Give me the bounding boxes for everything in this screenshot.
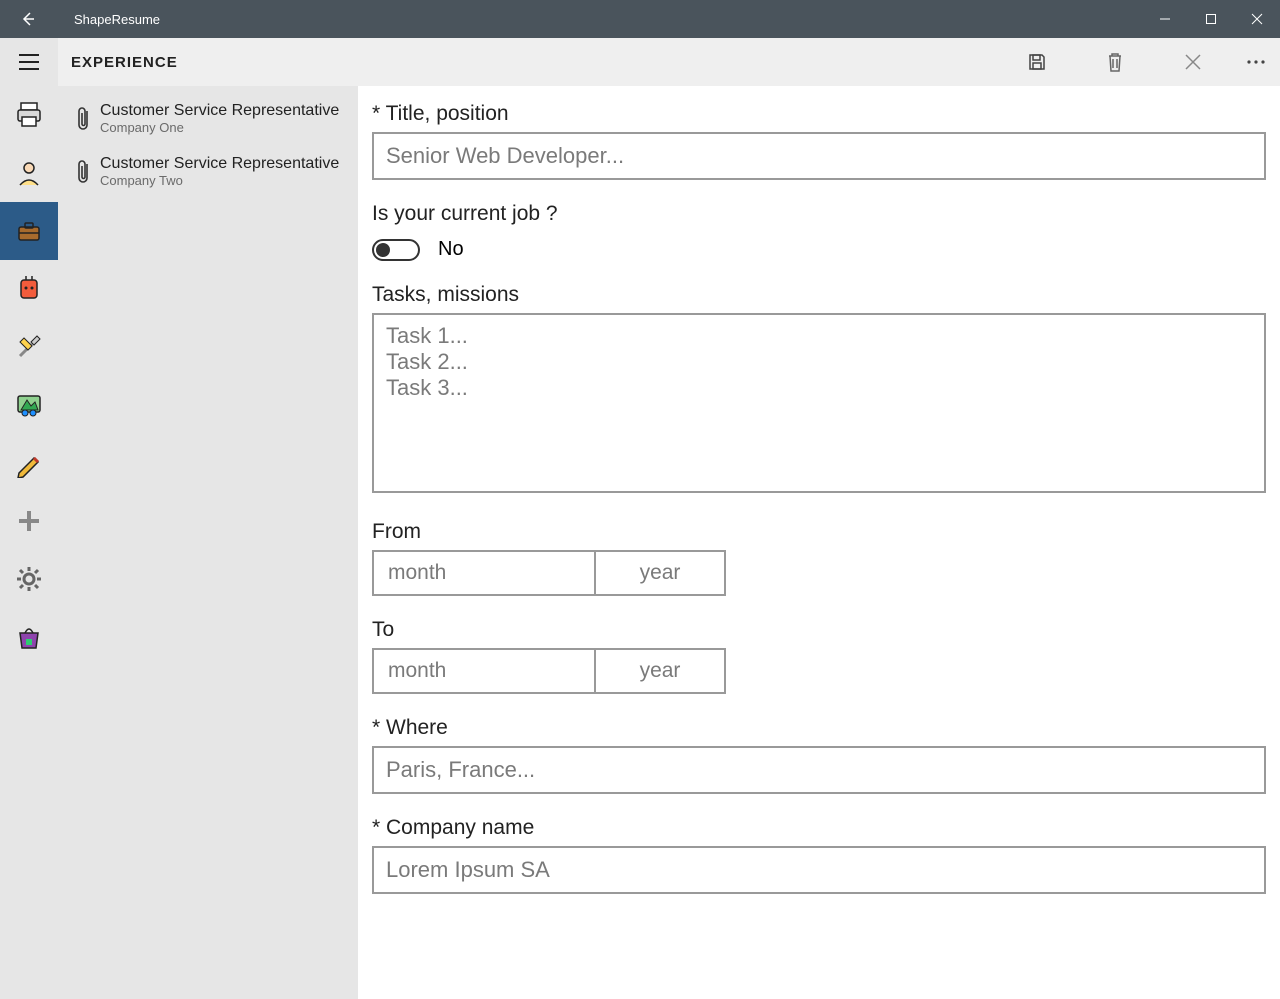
list-item-company: Company One [100,120,350,135]
more-button[interactable] [1232,38,1280,86]
save-button[interactable] [998,38,1076,86]
company-label: * Company name [372,816,1266,840]
tasks-input[interactable] [372,313,1266,493]
titlebar: ShapeResume [0,0,1280,38]
list-item-title: Customer Service Representative [100,155,350,173]
nav-rail [0,38,58,999]
nav-item-profile[interactable] [0,144,58,202]
where-input[interactable] [372,746,1266,794]
hamburger-menu-button[interactable] [0,38,58,86]
paperclip-icon [70,158,98,186]
nav-item-shop[interactable] [0,608,58,666]
current-job-toggle[interactable] [372,239,420,261]
section-title: EXPERIENCE [71,54,998,71]
title-input[interactable] [372,132,1266,180]
from-label: From [372,520,1266,544]
tasks-label: Tasks, missions [372,283,1266,307]
to-month-select[interactable]: month [372,648,594,694]
window-close-button[interactable] [1234,0,1280,38]
delete-button[interactable] [1076,38,1154,86]
back-button[interactable] [0,0,56,38]
paperclip-icon [70,105,98,133]
nav-item-education[interactable] [0,260,58,318]
list-item[interactable]: Customer Service Representative Company … [58,145,358,198]
section-topbar: EXPERIENCE [58,38,1280,86]
current-job-value: No [438,238,464,261]
list-item[interactable]: Customer Service Representative Company … [58,92,358,145]
company-input[interactable] [372,846,1266,894]
nav-item-custom[interactable] [0,434,58,492]
close-button[interactable] [1154,38,1232,86]
to-year-select[interactable]: year [594,648,726,694]
app-title: ShapeResume [56,12,1142,27]
nav-item-skills[interactable] [0,318,58,376]
window-minimize-button[interactable] [1142,0,1188,38]
window-maximize-button[interactable] [1188,0,1234,38]
list-item-company: Company Two [100,173,350,188]
list-item-title: Customer Service Representative [100,102,350,120]
current-job-label: Is your current job ? [372,202,1266,226]
from-month-select[interactable]: month [372,550,594,596]
experience-list: Customer Service Representative Company … [58,86,358,999]
to-label: To [372,618,1266,642]
experience-form: * Title, position Is your current job ? … [358,86,1280,999]
from-year-select[interactable]: year [594,550,726,596]
nav-item-print[interactable] [0,86,58,144]
nav-item-settings[interactable] [0,550,58,608]
nav-item-hobbies[interactable] [0,376,58,434]
nav-item-experience[interactable] [0,202,58,260]
title-label: * Title, position [372,102,1266,126]
where-label: * Where [372,716,1266,740]
nav-item-add[interactable] [0,492,58,550]
